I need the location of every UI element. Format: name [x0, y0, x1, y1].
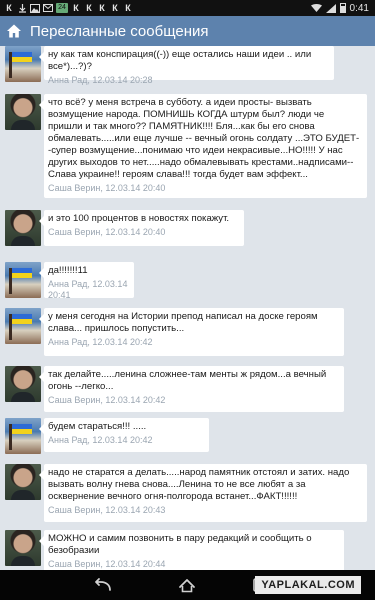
- back-icon[interactable]: [92, 577, 112, 593]
- vk-icon: К: [112, 3, 118, 13]
- message-meta: Саша Верин, 12.03.14 20:40: [48, 183, 166, 193]
- message-meta: Саша Верин, 12.03.14 20:42: [48, 395, 166, 405]
- status-bar: К 24 К К К К К 0:41: [0, 0, 375, 16]
- message-meta: Анна Рад, 12.03.14 20:41: [48, 279, 128, 300]
- wifi-icon: [310, 4, 322, 12]
- home-icon[interactable]: [6, 23, 22, 39]
- app-header: Пересланные сообщения: [0, 16, 375, 46]
- message-bubble: надо не старатся а делать.....народ памя…: [39, 464, 367, 522]
- notification-count: 24: [56, 3, 68, 13]
- message-bubble: да!!!!!!!11 Анна Рад, 12.03.14 20:41: [39, 262, 134, 300]
- watermark: YAPLAKAL.COM: [255, 576, 361, 594]
- message-text: что всё? у меня встреча в субботу. а иде…: [48, 97, 360, 180]
- system-nav-bar: YAPLAKAL.COM: [0, 570, 375, 600]
- message-meta: Саша Верин, 12.03.14 20:43: [48, 505, 166, 515]
- image-icon: [30, 3, 40, 13]
- message-text: и это 100 процентов в новостях покажут.: [48, 213, 230, 224]
- page-title: Пересланные сообщения: [30, 22, 209, 40]
- battery-icon: [339, 3, 346, 13]
- vk-icon: К: [6, 3, 12, 13]
- vk-icon: К: [86, 3, 92, 13]
- home-icon[interactable]: [177, 577, 197, 593]
- vk-icon: К: [125, 3, 131, 13]
- message-text: так делайте.....ленина сложнее-там менты…: [48, 369, 327, 392]
- flag-avatar[interactable]: [5, 46, 41, 82]
- flag-avatar[interactable]: [5, 262, 41, 298]
- message-bubble: МОЖНО и самим позвонить в пару редакций …: [39, 530, 344, 570]
- person-avatar[interactable]: [5, 366, 41, 402]
- person-avatar[interactable]: [5, 530, 41, 566]
- flag-avatar[interactable]: [5, 418, 41, 454]
- message-meta: Саша Верин, 12.03.14 20:40: [48, 227, 166, 237]
- vk-icon: К: [73, 3, 79, 13]
- message-bubble: и это 100 процентов в новостях покажут. …: [39, 210, 244, 246]
- person-avatar[interactable]: [5, 464, 41, 500]
- vk-icon: К: [99, 3, 105, 13]
- message-meta: Анна Рад, 12.03.14 20:42: [48, 435, 153, 445]
- message-bubble: так делайте.....ленина сложнее-там менты…: [39, 366, 344, 412]
- status-bar-system: 0:41: [310, 0, 369, 16]
- message-meta: Анна Рад, 12.03.14 20:42: [48, 337, 153, 347]
- message-text: МОЖНО и самим позвонить в пару редакций …: [48, 533, 312, 556]
- message-bubble: будем стараться!!! ..... Анна Рад, 12.03…: [39, 418, 209, 452]
- message-bubble: у меня сегодня на Истории препод написал…: [39, 308, 344, 356]
- download-icon: [17, 3, 27, 13]
- message-bubble: что всё? у меня встреча в субботу. а иде…: [39, 94, 367, 198]
- message-text: будем стараться!!! .....: [48, 421, 147, 432]
- signal-icon: [325, 3, 336, 13]
- message-text: да!!!!!!!11: [48, 265, 88, 276]
- clock: 0:41: [349, 2, 369, 14]
- message-feed[interactable]: ну как там конспирация((-)) еще остались…: [0, 46, 375, 570]
- person-avatar[interactable]: [5, 94, 41, 130]
- message-bubble: ну как там конспирация((-)) еще остались…: [39, 46, 334, 85]
- message-text: надо не старатся а делать.....народ памя…: [48, 467, 350, 502]
- message-text: ну как там конспирация((-)) еще остались…: [48, 49, 312, 72]
- message-meta: Саша Верин, 12.03.14 20:44: [48, 559, 166, 569]
- message-text: у меня сегодня на Истории препод написал…: [48, 311, 318, 334]
- status-bar-notifications: К 24 К К К К К: [0, 3, 133, 13]
- person-avatar[interactable]: [5, 210, 41, 246]
- message-meta: Анна Рад, 12.03.14 20:28: [48, 75, 153, 85]
- mail-icon: [43, 3, 53, 13]
- flag-avatar[interactable]: [5, 308, 41, 344]
